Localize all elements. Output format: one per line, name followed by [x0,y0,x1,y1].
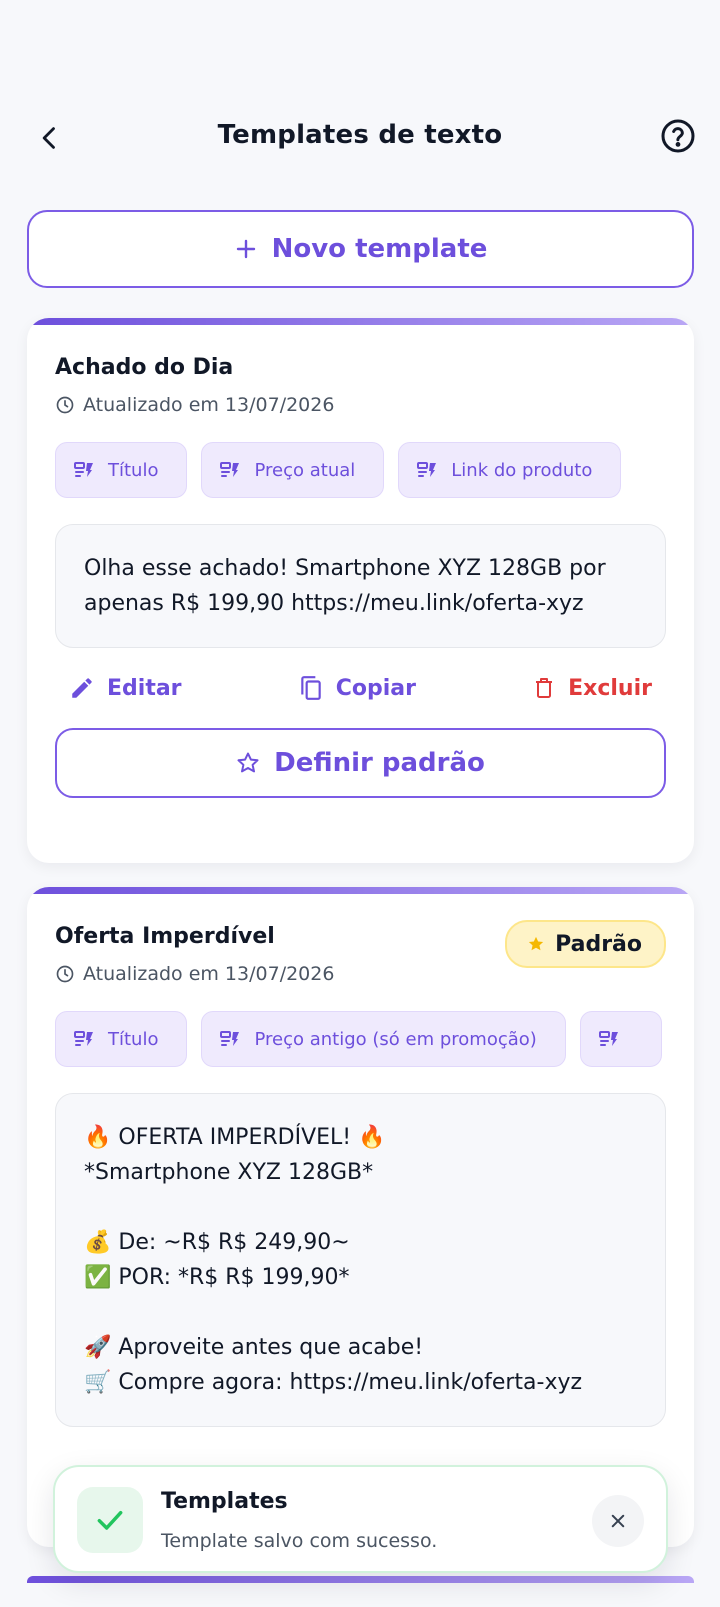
preview-line: 🚀 Aproveite antes que acabe! [84,1335,424,1360]
updated-text: Atualizado em 13/07/2026 [83,394,335,416]
template-name: Achado do Dia [55,355,234,380]
copy-icon [300,676,321,700]
card-actions: Editar Copiar Excluir [55,674,666,702]
default-badge: Padrão [505,920,666,968]
preview-line: 🔥 OFERTA IMPERDÍVEL! 🔥 [84,1125,386,1150]
next-card-accent-bar [27,1576,694,1583]
variable-icon [417,462,437,477]
chip-preco-antigo[interactable]: Preço antigo (só em promoção) [201,1011,566,1067]
card-accent-bar [27,887,694,894]
templates-screen: Templates de texto Novo template Achado … [0,0,720,1607]
edit-label: Editar [107,675,182,701]
chip-more[interactable] [579,1011,662,1067]
toast-close-button[interactable] [592,1495,644,1547]
variable-chips: Título Preço atual Link do produto [55,442,666,498]
chip-link-do-produto[interactable]: Link do produto [398,442,622,498]
variable-icon [220,1031,240,1046]
chip-label: Link do produto [451,459,593,481]
delete-button[interactable]: Excluir [532,675,652,701]
card-content: Achado do Dia Atualizado em 13/07/2026 T… [27,325,694,824]
star-outline-icon [237,752,259,773]
help-button[interactable] [658,116,698,156]
preview-line: ✅ POR: *R$ R$ 199,90* [84,1265,350,1290]
star-icon [528,936,544,951]
delete-label: Excluir [568,675,652,701]
variable-icon [74,462,93,477]
preview-line [84,1295,637,1330]
chip-preco-atual[interactable]: Preço atual [201,442,385,498]
edit-button[interactable]: Editar [69,675,182,701]
template-preview: Olha esse achado! Smartphone XYZ 128GB p… [55,524,666,648]
chip-label: Preço antigo (só em promoção) [254,1028,537,1050]
new-template-button[interactable]: Novo template [27,210,694,288]
preview-line [84,1190,637,1225]
clock-icon [56,396,74,414]
set-default-button[interactable]: Definir padrão [55,728,666,798]
chip-label: Título [108,459,159,481]
chip-titulo[interactable]: Título [55,442,188,498]
toast-status [77,1487,143,1553]
preview-line: 🛒 Compre agora: https://meu.link/oferta-… [84,1370,583,1395]
plus-icon [236,239,255,259]
template-preview: 🔥 OFERTA IMPERDÍVEL! 🔥 *Smartphone XYZ 1… [55,1093,666,1427]
page-title: Templates de texto [217,120,503,150]
chip-label: Título [108,1028,159,1050]
card-content: Padrão Oferta Imperdível Atualizado em 1… [27,894,694,1453]
updated-info: Atualizado em 13/07/2026 [55,394,666,416]
clock-icon [56,965,74,983]
trash-icon [536,678,553,698]
help-circle-icon [661,119,695,153]
copy-label: Copiar [335,675,416,701]
toast-message: Template salvo com sucesso. [161,1530,438,1552]
success-toast: Templates Template salvo com sucesso. [53,1465,668,1573]
copy-button[interactable]: Copiar [298,674,416,702]
variable-icon [220,462,240,477]
close-icon [611,1514,625,1528]
updated-text: Atualizado em 13/07/2026 [83,963,335,985]
set-default-label: Definir padrão [274,748,485,778]
preview-line: 💰 De: ~R$ R$ 249,90~ [84,1230,350,1255]
check-icon [97,1510,123,1530]
card-accent-bar [27,318,694,325]
new-template-label: Novo template [271,234,488,264]
preview-line: *Smartphone XYZ 128GB* [84,1160,374,1185]
template-card: Achado do Dia Atualizado em 13/07/2026 T… [27,318,694,863]
template-card: Padrão Oferta Imperdível Atualizado em 1… [27,887,694,1547]
toast-title: Templates [161,1489,288,1514]
chip-titulo[interactable]: Título [55,1011,188,1067]
badge-label: Padrão [555,931,642,957]
chip-label: Preço atual [254,459,356,481]
variable-icon [74,1031,93,1046]
variable-chips: Título Preço antigo (só em promoção) [55,1011,666,1067]
pencil-icon [72,678,92,698]
top-app-bar: Templates de texto [0,110,720,170]
variable-icon [598,1031,618,1046]
